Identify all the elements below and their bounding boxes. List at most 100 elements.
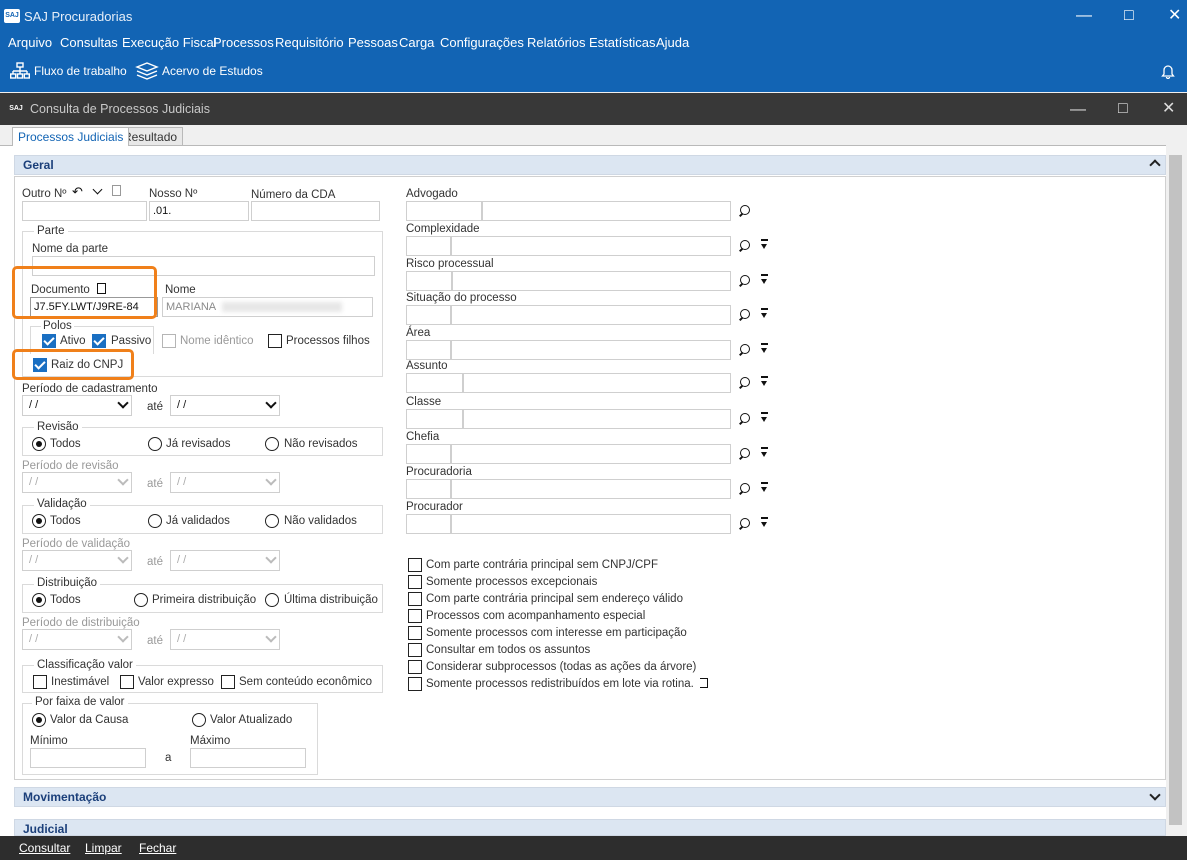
valor-causa-radio[interactable] [32,713,46,727]
menu-consultas[interactable]: Consultas [60,35,118,50]
revisao-fim-dropdown[interactable]: / / [170,472,280,493]
ja-validados-radio[interactable] [148,514,162,528]
maximo-input[interactable] [190,748,306,768]
inestimavel-checkbox[interactable] [33,675,47,689]
field-8-code-input[interactable] [406,479,451,499]
child-close-icon[interactable]: ✕ [1162,101,1175,117]
section-movimentacao-header[interactable]: Movimentação [14,787,1166,807]
option-checkbox-0[interactable] [408,558,422,572]
field-8-search-icon[interactable] [738,482,752,496]
field-6-search-icon[interactable] [738,412,752,426]
field-9-code-input[interactable] [406,514,451,534]
menu-execucao-fiscal[interactable]: Execução Fiscal [122,35,217,50]
limpar-button[interactable]: Limpar [85,841,122,855]
minimo-input[interactable] [30,748,146,768]
revisao-inicio-dropdown[interactable]: / / [22,472,132,493]
menu-pessoas[interactable]: Pessoas [348,35,398,50]
tab-processos-judiciais[interactable]: Processos Judiciais [12,127,130,146]
option-checkbox-2[interactable] [408,592,422,606]
field-1-tree-filter-icon[interactable] [760,239,769,251]
fechar-button[interactable]: Fechar [139,841,176,855]
section-judicial-header[interactable]: Judicial [14,819,1166,836]
vertical-scrollbar[interactable] [1166,145,1187,835]
field-5-description-input[interactable] [463,373,731,393]
field-4-description-input[interactable] [451,340,731,360]
maximize-icon[interactable]: □ [1124,8,1134,24]
child-maximize-icon[interactable]: □ [1118,101,1128,117]
passivo-checkbox[interactable] [92,334,106,348]
option-checkbox-5[interactable] [408,643,422,657]
field-8-description-input[interactable] [451,479,731,499]
field-7-code-input[interactable] [406,444,451,464]
consultar-button[interactable]: Consultar [19,841,70,855]
validacao-todos-radio[interactable] [32,514,46,528]
field-9-description-input[interactable] [451,514,731,534]
field-3-description-input[interactable] [451,305,731,325]
bell-icon[interactable] [1161,63,1175,79]
menu-ajuda[interactable]: Ajuda [656,35,689,50]
field-6-code-input[interactable] [406,409,463,429]
field-4-search-icon[interactable] [738,343,752,357]
note-icon[interactable] [112,185,121,196]
menu-configuracoes[interactable]: Configurações [440,35,524,50]
field-7-search-icon[interactable] [738,447,752,461]
field-0-search-icon[interactable] [738,204,752,218]
cadastro-fim-dropdown[interactable]: / / [170,395,280,416]
field-8-tree-filter-icon[interactable] [760,482,769,494]
nao-validados-radio[interactable] [265,514,279,528]
field-6-description-input[interactable] [463,409,731,429]
cadastro-inicio-dropdown[interactable]: / / [22,395,132,416]
revisao-todos-radio[interactable] [32,437,46,451]
option-checkbox-4[interactable] [408,626,422,640]
sem-conteudo-checkbox[interactable] [221,675,235,689]
field-7-tree-filter-icon[interactable] [760,447,769,459]
nosso-no-input[interactable]: .01. [149,201,249,221]
field-9-tree-filter-icon[interactable] [760,517,769,529]
menu-relatorios[interactable]: Relatórios [527,35,586,50]
child-minimize-icon[interactable]: — [1070,102,1086,118]
field-1-code-input[interactable] [406,236,451,256]
field-5-search-icon[interactable] [738,376,752,390]
distribuicao-inicio-dropdown[interactable]: / / [22,629,132,650]
field-1-description-input[interactable] [451,236,731,256]
menu-processos[interactable]: Processos [213,35,274,50]
valor-expresso-checkbox[interactable] [120,675,134,689]
option-checkbox-1[interactable] [408,575,422,589]
field-6-tree-filter-icon[interactable] [760,412,769,424]
ativo-checkbox[interactable] [42,334,56,348]
option-checkbox-3[interactable] [408,609,422,623]
option-checkbox-6[interactable] [408,660,422,674]
nome-identico-checkbox[interactable] [162,334,176,348]
distribuicao-todos-radio[interactable] [32,593,46,607]
field-4-code-input[interactable] [406,340,451,360]
validacao-inicio-dropdown[interactable]: / / [22,550,132,571]
field-2-description-input[interactable] [452,271,731,291]
field-9-search-icon[interactable] [738,517,752,531]
field-2-tree-filter-icon[interactable] [760,274,769,286]
field-0-code-input[interactable] [406,201,482,221]
field-3-tree-filter-icon[interactable] [760,308,769,320]
close-icon[interactable]: ✕ [1168,8,1181,24]
menu-arquivo[interactable]: Arquivo [8,35,52,50]
outro-no-input[interactable] [22,201,147,221]
field-0-description-input[interactable] [482,201,731,221]
ultima-distribuicao-radio[interactable] [265,593,279,607]
distribuicao-fim-dropdown[interactable]: / / [170,629,280,650]
field-2-code-input[interactable] [406,271,452,291]
nao-revisados-radio[interactable] [265,437,279,451]
note-icon-small[interactable] [700,678,708,688]
minimize-icon[interactable]: — [1076,8,1092,24]
numero-cda-input[interactable] [251,201,380,221]
menu-carga[interactable]: Carga [399,35,434,50]
field-5-code-input[interactable] [406,373,463,393]
menu-estatisticas[interactable]: Estatísticas [589,35,655,50]
field-5-tree-filter-icon[interactable] [760,376,769,388]
field-2-search-icon[interactable] [738,274,752,288]
field-1-search-icon[interactable] [738,239,752,253]
field-3-search-icon[interactable] [738,308,752,322]
field-7-description-input[interactable] [451,444,731,464]
field-4-tree-filter-icon[interactable] [760,343,769,355]
scrollbar-thumb[interactable] [1169,155,1182,825]
option-checkbox-7[interactable] [408,677,422,691]
processos-filhos-checkbox[interactable] [268,334,282,348]
